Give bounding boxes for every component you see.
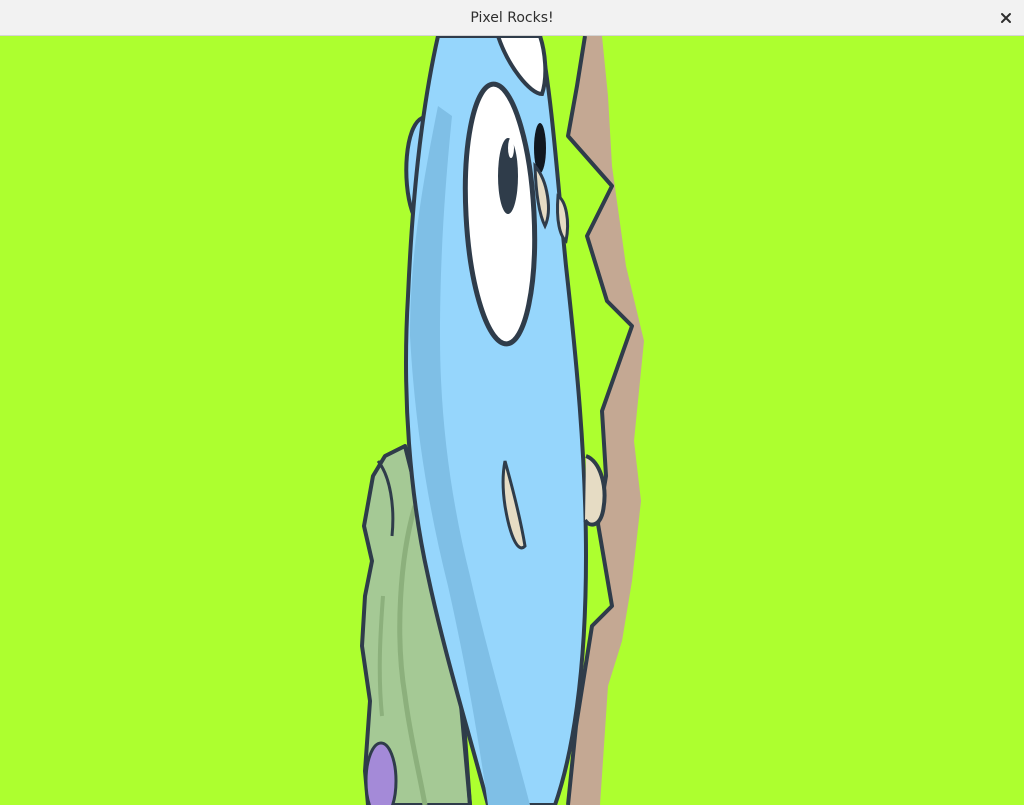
- game-canvas[interactable]: [0, 36, 1024, 805]
- gopher-pupil-large: [498, 138, 518, 214]
- close-button[interactable]: [994, 6, 1018, 30]
- purple-shape: [364, 741, 398, 805]
- window-title: Pixel Rocks!: [470, 10, 554, 26]
- title-bar: Pixel Rocks!: [0, 0, 1024, 36]
- close-icon: [1001, 13, 1011, 23]
